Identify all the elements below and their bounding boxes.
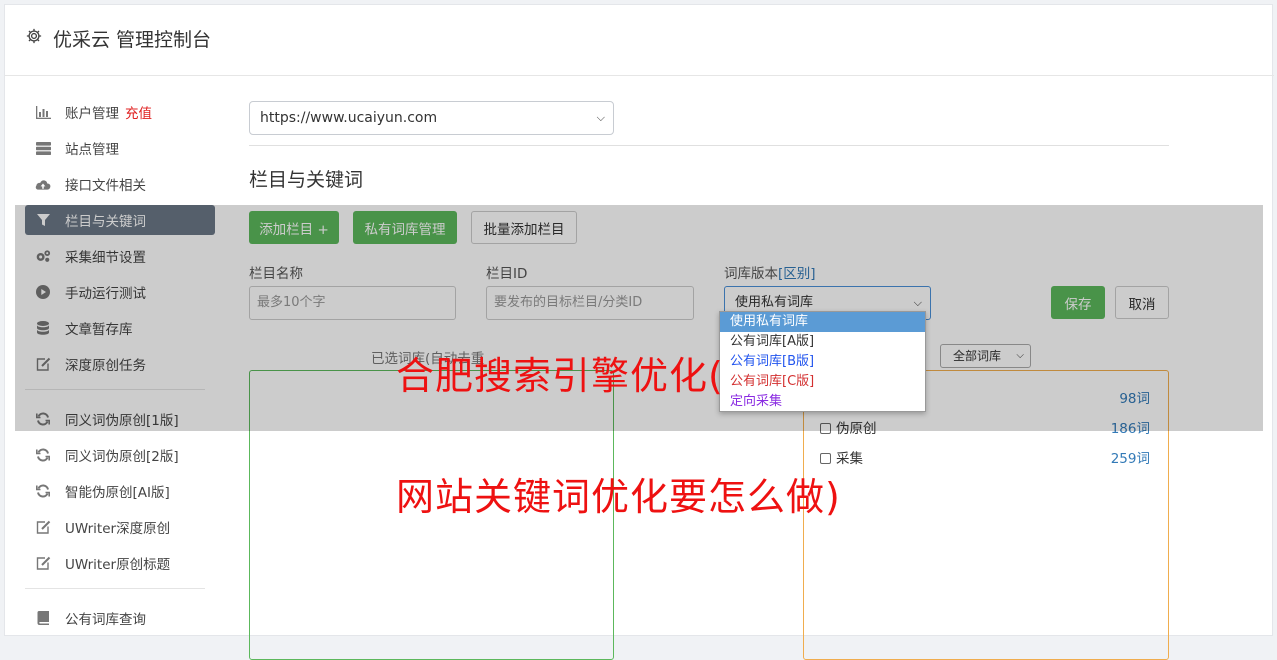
list-item[interactable]: 采集 259词 bbox=[820, 447, 1150, 467]
dropdown-option-public-a[interactable]: 公有词库[A版] bbox=[720, 332, 925, 352]
sidebar-item-label: 接口文件相关 bbox=[65, 178, 146, 194]
sidebar-item-sites[interactable]: 站点管理 bbox=[25, 133, 215, 163]
sidebar-item-label: 同义词伪原创[2版] bbox=[65, 449, 179, 465]
sidebar-item-label: 公有词库查询 bbox=[65, 612, 146, 628]
book-icon bbox=[35, 610, 51, 626]
site-select[interactable]: https://www.ucaiyun.com ⌵ bbox=[249, 101, 614, 135]
edit-icon bbox=[35, 555, 51, 571]
divider bbox=[249, 145, 1169, 146]
sidebar-item-ai-rewrite[interactable]: 智能伪原创[AI版] bbox=[25, 476, 215, 506]
sidebar-item-uwriter-deep[interactable]: UWriter深度原创 bbox=[25, 512, 215, 542]
category-label: 采集 bbox=[836, 451, 863, 467]
sidebar-item-label: 账户管理 bbox=[65, 106, 119, 122]
sidebar-item-interface-files[interactable]: 接口文件相关 bbox=[25, 169, 215, 199]
category-checkbox[interactable] bbox=[820, 453, 831, 464]
sidebar-item-label: 站点管理 bbox=[65, 142, 119, 158]
dropdown-option-directed[interactable]: 定向采集 bbox=[720, 392, 925, 412]
dropdown-option-public-c[interactable]: 公有词库[C版] bbox=[720, 372, 925, 392]
gear-icon bbox=[26, 28, 42, 44]
chevron-down-icon: ⌵ bbox=[596, 111, 605, 124]
section-title: 栏目与关键词 bbox=[249, 169, 364, 191]
edit-icon bbox=[35, 519, 51, 535]
sidebar-item-label: 智能伪原创[AI版] bbox=[65, 485, 170, 501]
sidebar-divider bbox=[25, 588, 205, 589]
top-bar: 优采云 管理控制台 bbox=[5, 5, 1274, 76]
sidebar-item-label: UWriter深度原创 bbox=[65, 521, 171, 537]
refresh-icon bbox=[35, 483, 51, 499]
lexicon-version-dropdown: 使用私有词库 公有词库[A版] 公有词库[B版] 公有词库[C版] 定向采集 bbox=[719, 311, 926, 412]
sidebar-item-account[interactable]: 账户管理 充值 bbox=[25, 97, 215, 127]
dropdown-option-public-b[interactable]: 公有词库[B版] bbox=[720, 352, 925, 372]
page-title: 优采云 管理控制台 bbox=[53, 29, 212, 51]
refresh-icon bbox=[35, 447, 51, 463]
cloud-upload-icon bbox=[35, 176, 51, 192]
sidebar-item-public-lexicon[interactable]: 公有词库查询 bbox=[25, 603, 215, 633]
sidebar-item-uwriter-title[interactable]: UWriter原创标题 bbox=[25, 548, 215, 578]
bar-chart-icon bbox=[35, 104, 51, 120]
overlay-text-line1: 合肥搜索引擎优化( bbox=[396, 354, 724, 398]
dropdown-option-private[interactable]: 使用私有词库 bbox=[720, 312, 925, 332]
sidebar-item-label: UWriter原创标题 bbox=[65, 557, 171, 573]
recharge-link[interactable]: 充值 bbox=[125, 102, 152, 122]
word-count: 259词 bbox=[1110, 451, 1150, 467]
server-icon bbox=[35, 140, 51, 156]
site-select-value: https://www.ucaiyun.com bbox=[260, 110, 438, 126]
overlay-text-line2: 网站关键词优化要怎么做) bbox=[396, 475, 841, 519]
sidebar-item-synonym-v2[interactable]: 同义词伪原创[2版] bbox=[25, 440, 215, 470]
